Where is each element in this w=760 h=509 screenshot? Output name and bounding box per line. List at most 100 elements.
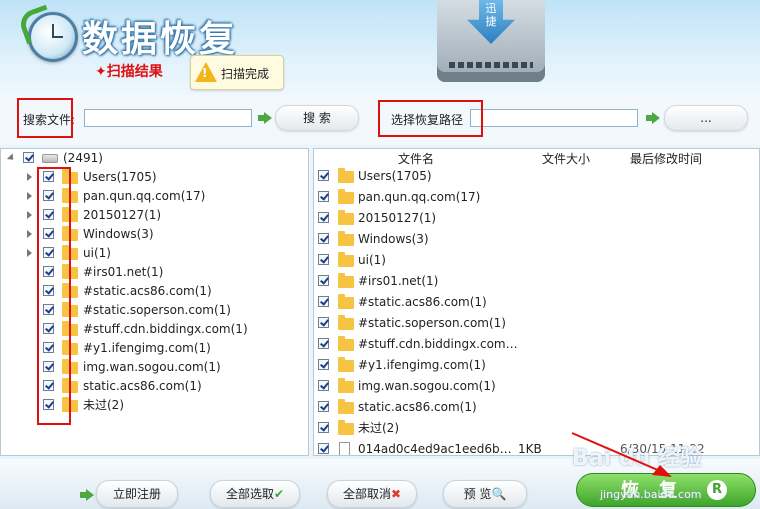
folder-icon <box>338 168 354 183</box>
file-row[interactable]: #static.acs86.com(1) <box>314 293 754 312</box>
file-name: ui(1) <box>358 253 386 267</box>
file-row[interactable]: Windows(3) <box>314 230 754 249</box>
folder-icon <box>338 189 354 204</box>
tree-item-label: #static.soperson.com(1) <box>83 303 231 317</box>
tree-item-label: static.acs86.com(1) <box>83 379 202 393</box>
file-row-checkbox[interactable] <box>318 170 329 181</box>
highlight-recovery-path <box>378 100 483 137</box>
expand-icon[interactable] <box>27 211 32 219</box>
folder-icon <box>338 420 354 435</box>
file-name: 未过(2) <box>358 421 399 435</box>
deselect-all-button[interactable]: 全部取消✖ <box>327 480 417 508</box>
folder-icon <box>338 336 354 351</box>
register-button[interactable]: 立即注册 <box>96 480 178 508</box>
drive-download-icon: 迅捷 <box>437 0 545 82</box>
preview-button[interactable]: 预 览🔍 <box>443 480 527 508</box>
file-row[interactable]: #y1.ifengimg.com(1) <box>314 356 754 375</box>
file-row-checkbox[interactable] <box>318 380 329 391</box>
tree-item-label: img.wan.sogou.com(1) <box>83 360 221 374</box>
file-row-checkbox[interactable] <box>318 296 329 307</box>
file-name: #stuff.cdn.biddingx.com… <box>358 337 518 351</box>
select-all-label: 全部选取 <box>225 487 274 501</box>
file-row-checkbox[interactable] <box>318 359 329 370</box>
expand-icon[interactable] <box>27 173 32 181</box>
tree-item-label: ui(1) <box>83 246 111 260</box>
file-row[interactable]: #irs01.net(1) <box>314 272 754 291</box>
tree-item-label: Users(1705) <box>83 170 157 184</box>
expand-icon[interactable] <box>27 249 32 257</box>
file-row[interactable]: Users(1705) <box>314 167 754 186</box>
drive-icon <box>42 154 58 163</box>
folder-icon <box>338 252 354 267</box>
tree-item-label: pan.qun.qq.com(17) <box>83 189 206 203</box>
collapse-icon[interactable] <box>6 153 17 163</box>
folder-icon <box>338 273 354 288</box>
magnifier-icon: 🔍 <box>491 487 507 501</box>
highlight-search-file <box>17 98 73 138</box>
folder-icon <box>338 399 354 414</box>
scan-result-label: ✦扫描结果 <box>95 64 163 80</box>
drive-brand-text: 迅捷 <box>485 2 497 28</box>
file-row-checkbox[interactable] <box>318 317 329 328</box>
tree-item-label: #static.acs86.com(1) <box>83 284 212 298</box>
file-row-checkbox[interactable] <box>318 401 329 412</box>
file-row-checkbox[interactable] <box>318 443 329 454</box>
check-icon: ✔ <box>273 487 285 501</box>
file-name: Users(1705) <box>358 169 432 183</box>
file-row[interactable]: 20150127(1) <box>314 209 754 228</box>
file-row-checkbox[interactable] <box>318 275 329 286</box>
scan-status-badge: ! 扫描完成 <box>190 55 284 90</box>
expand-icon[interactable] <box>27 230 32 238</box>
scan-status-text: 扫描完成 <box>221 67 270 81</box>
column-header-name[interactable]: 文件名 <box>398 150 434 167</box>
recovery-path-input[interactable] <box>470 109 638 127</box>
select-all-button[interactable]: 全部选取✔ <box>210 480 300 508</box>
file-row-checkbox[interactable] <box>318 233 329 244</box>
file-name: #static.soperson.com(1) <box>358 316 506 330</box>
expand-icon[interactable] <box>27 192 32 200</box>
file-row[interactable]: #stuff.cdn.biddingx.com… <box>314 335 754 354</box>
file-row-checkbox[interactable] <box>318 191 329 202</box>
folder-icon <box>338 378 354 393</box>
cross-icon: ✖ <box>390 487 402 501</box>
file-row[interactable]: static.acs86.com(1) <box>314 398 754 417</box>
file-name: #static.acs86.com(1) <box>358 295 487 309</box>
file-row[interactable]: ui(1) <box>314 251 754 270</box>
file-row-checkbox[interactable] <box>318 254 329 265</box>
watermark-url: jingyan.baidu.com <box>600 488 702 501</box>
file-row-checkbox[interactable] <box>318 338 329 349</box>
file-row-checkbox[interactable] <box>318 422 329 433</box>
file-icon <box>339 442 350 455</box>
highlight-tree-checkboxes <box>37 167 71 425</box>
register-label: 立即注册 <box>112 487 161 501</box>
search-file-input[interactable] <box>84 109 252 127</box>
file-size: 1KB <box>518 442 542 456</box>
folder-icon <box>338 210 354 225</box>
column-header-modified[interactable]: 最后修改时间 <box>630 150 702 167</box>
register-arrow-icon <box>80 489 94 501</box>
folder-icon <box>338 294 354 309</box>
clock-restore-icon <box>16 4 78 62</box>
file-row-checkbox[interactable] <box>318 212 329 223</box>
file-name: static.acs86.com(1) <box>358 400 477 414</box>
file-name: pan.qun.qq.com(17) <box>358 190 481 204</box>
deselect-all-label: 全部取消 <box>342 487 391 501</box>
file-name: #irs01.net(1) <box>358 274 439 288</box>
file-name: 20150127(1) <box>358 211 437 225</box>
file-row[interactable]: img.wan.sogou.com(1) <box>314 377 754 396</box>
column-header-size[interactable]: 文件大小 <box>542 150 590 167</box>
path-go-arrow-icon[interactable] <box>646 112 660 124</box>
red-pointer-arrow-icon <box>571 432 672 477</box>
preview-label: 预 览 <box>463 487 492 501</box>
tree-root[interactable]: (2491) <box>1 149 301 168</box>
search-button[interactable]: 搜 索 <box>275 105 359 131</box>
file-row[interactable]: pan.qun.qq.com(17) <box>314 188 754 207</box>
file-row[interactable]: #static.soperson.com(1) <box>314 314 754 333</box>
folder-icon <box>338 357 354 372</box>
tree-item-label: Windows(3) <box>83 227 154 241</box>
recover-badge-icon: R <box>707 480 727 500</box>
tree-root-checkbox[interactable] <box>23 152 34 163</box>
go-arrow-icon[interactable] <box>258 112 272 124</box>
browse-path-button[interactable]: ... <box>664 105 748 131</box>
tree-item-label: #irs01.net(1) <box>83 265 164 279</box>
